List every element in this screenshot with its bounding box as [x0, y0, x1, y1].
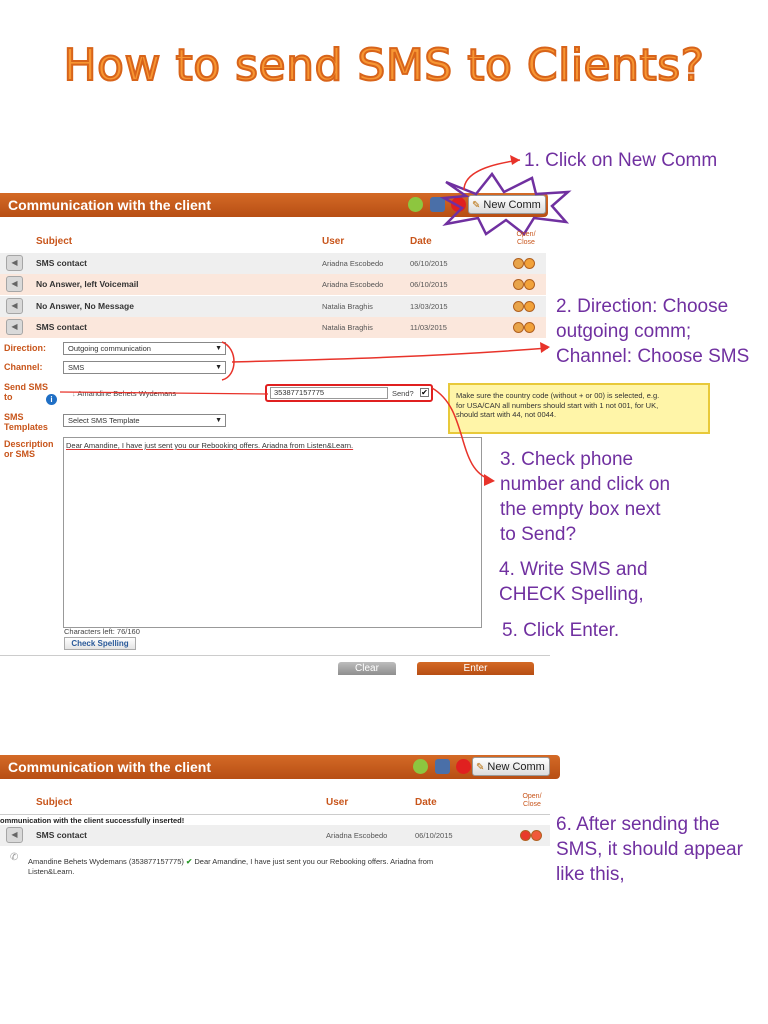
speaker-icon: ◀	[6, 827, 23, 843]
speaker-icon: ◀	[6, 255, 23, 271]
divider	[0, 655, 550, 656]
panel2-header: Communication with the client ✎ New Comm	[0, 755, 560, 779]
speaker-icon: ◀	[6, 298, 23, 314]
table-row[interactable]: ◀ No Answer, No Message Natalia Braghis …	[0, 296, 546, 317]
step1-note: 1. Click on New Comm	[524, 150, 718, 171]
step1-arrow	[463, 155, 521, 191]
step4-note: 4. Write SMS and CHECK Spelling,	[499, 559, 648, 605]
col-open-close: Open/Close	[516, 231, 536, 246]
success-message: ommunication with the client successfull…	[0, 816, 185, 825]
check-spelling-button[interactable]: Check Spelling	[64, 637, 136, 650]
table-row[interactable]: ◀ SMS contact Ariadna Escobedo 06/10/201…	[0, 253, 546, 274]
col-date: Date	[415, 797, 437, 808]
col-user: User	[322, 236, 345, 247]
enter-button[interactable]: Enter	[417, 662, 534, 675]
step6-note: 6. After sending the SMS, it should appea…	[556, 814, 743, 885]
pencil-icon: ✎	[476, 762, 485, 773]
table-row[interactable]: ◀ No Answer, left Voicemail Ariadna Esco…	[0, 274, 546, 295]
new-comm-button[interactable]: ✎ New Comm	[472, 757, 550, 776]
page-title: How to send SMS to Clients?	[62, 39, 705, 92]
chat-icon[interactable]	[413, 759, 428, 774]
open-close-icon[interactable]	[513, 301, 537, 312]
new-comm-label: New Comm	[487, 761, 545, 773]
phone-icon: ✆	[10, 852, 19, 863]
phone-icon[interactable]	[456, 759, 471, 774]
step5-note: 5. Click Enter.	[502, 620, 620, 641]
clear-button[interactable]: Clear	[338, 662, 396, 675]
divider	[0, 814, 550, 815]
col-date: Date	[410, 236, 432, 247]
step2-note: 2. Direction: Choose outgoing comm; Channe…	[556, 296, 750, 367]
open-close-icon[interactable]	[513, 279, 537, 290]
table-row[interactable]: ◀ SMS contact Ariadna Escobedo 06/10/201…	[0, 825, 550, 846]
col-user: User	[326, 797, 349, 808]
panel2-title: Communication with the client	[8, 759, 212, 775]
sms-icon[interactable]	[435, 759, 450, 774]
speaker-icon: ◀	[6, 276, 23, 292]
sent-sms-detail: Amandine Behets Wydemans (353877157775) …	[28, 857, 434, 876]
open-close-icon[interactable]	[513, 258, 537, 269]
col-open-close: Open/Close	[522, 793, 542, 808]
open-close-icon[interactable]	[520, 830, 544, 841]
col-subject: Subject	[36, 236, 73, 247]
col-subject: Subject	[36, 797, 73, 808]
check-icon: ✔	[185, 857, 193, 866]
chars-left: Characters left: 76/160	[64, 627, 140, 636]
panel1-title: Communication with the client	[8, 197, 212, 213]
chat-icon[interactable]	[408, 197, 423, 212]
step3-note: 3. Check phone number and click on the emp…	[500, 449, 671, 545]
